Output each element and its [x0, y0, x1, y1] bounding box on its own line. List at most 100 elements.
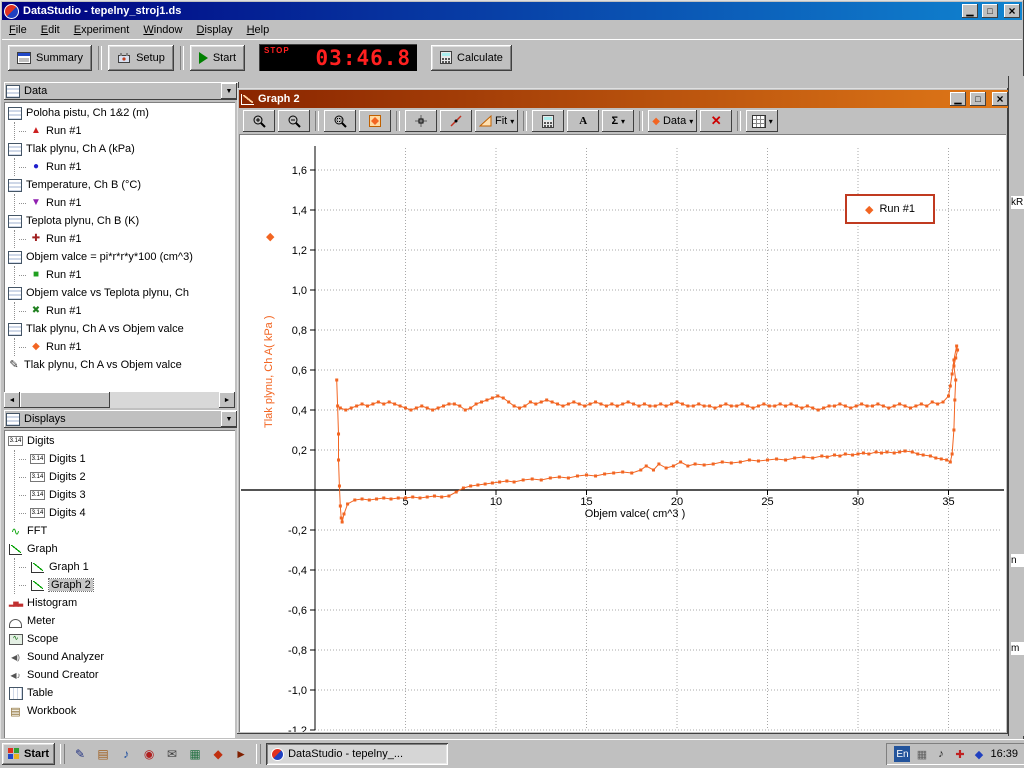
scale-to-fit-button[interactable] — [359, 110, 391, 132]
quicklaunch-diamond-icon[interactable] — [208, 744, 228, 764]
data-item-temperature[interactable]: Temperature, Ch B (°C) — [4, 176, 235, 194]
data-item-tlak-vs-objem-2[interactable]: Tlak plynu, Ch A vs Objem valce — [4, 356, 235, 374]
displays-panel-dropdown-button[interactable] — [221, 411, 237, 427]
display-item-digits-3[interactable]: Digits 3 — [15, 486, 235, 504]
datastudio-logo-icon — [271, 748, 284, 761]
data-menu-button[interactable]: Data — [648, 110, 697, 132]
data-panel-dropdown-button[interactable] — [221, 83, 237, 99]
run-item[interactable]: Run #1 — [15, 230, 235, 248]
background-text-fragment: m — [1011, 642, 1024, 655]
graph-close-button[interactable] — [992, 92, 1008, 106]
scroll-left-button[interactable] — [4, 392, 20, 408]
maximize-button[interactable] — [982, 4, 998, 18]
run-item[interactable]: Run #1 — [15, 122, 235, 140]
calculate-button[interactable]: Calculate — [431, 45, 512, 71]
scrollbar-thumb[interactable] — [20, 392, 110, 408]
red-plus-tray-icon[interactable] — [952, 747, 967, 762]
smart-tool-button[interactable] — [405, 110, 437, 132]
language-indicator[interactable]: En — [894, 746, 910, 762]
setup-button[interactable]: Setup — [108, 45, 174, 71]
zoom-out-button[interactable] — [278, 110, 310, 132]
menu-experiment[interactable]: Experiment — [67, 22, 137, 38]
volume-tray-icon[interactable] — [933, 747, 948, 762]
zoom-select-button[interactable] — [324, 110, 356, 132]
display-item-fft[interactable]: FFT — [4, 522, 235, 540]
menu-file[interactable]: File — [2, 22, 34, 38]
taskbar-handle[interactable] — [256, 744, 261, 764]
window-titlebar[interactable]: DataStudio - tepelny_stroj1.ds — [2, 2, 1022, 20]
clock[interactable]: 16:39 — [990, 748, 1018, 760]
graph-minimize-button[interactable] — [950, 92, 966, 106]
quicklaunch-record-icon[interactable] — [139, 744, 159, 764]
graph-maximize-button[interactable] — [970, 92, 986, 106]
text-annotation-button[interactable]: A — [567, 110, 599, 132]
legend[interactable]: Run #1 — [845, 194, 935, 224]
graph-titlebar[interactable]: Graph 2 — [239, 90, 1010, 108]
keyboard-tray-icon[interactable] — [914, 747, 929, 762]
slope-tool-button[interactable] — [440, 110, 472, 132]
menu-display[interactable]: Display — [190, 22, 240, 38]
statistics-menu-button[interactable]: Σ — [602, 110, 634, 132]
start-button[interactable]: Start — [190, 45, 245, 71]
data-item-tlak-vs-objem[interactable]: Tlak plynu, Ch A vs Objem valce — [4, 320, 235, 338]
display-item-sound-analyzer[interactable]: Sound Analyzer — [4, 648, 235, 666]
minimize-button[interactable] — [962, 4, 978, 18]
svg-text:0,4: 0,4 — [292, 405, 307, 417]
quicklaunch-pen-icon[interactable] — [70, 744, 90, 764]
quicklaunch-mail-icon[interactable] — [162, 744, 182, 764]
display-item-scope[interactable]: Scope — [4, 630, 235, 648]
fit-menu-button[interactable]: Fit — [475, 110, 518, 132]
quicklaunch-table-icon[interactable] — [185, 744, 205, 764]
pencil-icon — [8, 360, 20, 371]
svg-text:0,8: 0,8 — [292, 325, 307, 337]
background-text-fragment: kR — [1011, 196, 1024, 209]
taskbar-handle[interactable] — [60, 744, 65, 764]
zoom-in-button[interactable] — [243, 110, 275, 132]
display-item-graph-2[interactable]: Graph 2 — [15, 576, 235, 594]
run-item[interactable]: Run #1 — [15, 338, 235, 356]
menu-help[interactable]: Help — [240, 22, 277, 38]
run-item[interactable]: Run #1 — [15, 266, 235, 284]
remove-button[interactable]: ✕ — [700, 110, 732, 132]
scroll-right-button[interactable] — [219, 392, 235, 408]
display-item-sound-creator[interactable]: Sound Creator — [4, 666, 235, 684]
start-menu-button[interactable]: Start — [2, 743, 55, 765]
desktop: DataStudio - tepelny_stroj1.ds File Edit… — [0, 0, 1024, 768]
display-item-table[interactable]: Table — [4, 684, 235, 702]
svg-text:10: 10 — [490, 496, 502, 508]
display-item-histogram[interactable]: Histogram — [4, 594, 235, 612]
run-item[interactable]: Run #1 — [15, 158, 235, 176]
display-item-meter[interactable]: Meter — [4, 612, 235, 630]
summary-button[interactable]: Summary — [8, 45, 92, 71]
display-item-digits-4[interactable]: Digits 4 — [15, 504, 235, 522]
quicklaunch-player-icon[interactable] — [231, 744, 251, 764]
run-item[interactable]: Run #1 — [15, 194, 235, 212]
data-item-tlak-plynu[interactable]: Tlak plynu, Ch A (kPa) — [4, 140, 235, 158]
display-item-graph-1[interactable]: Graph 1 — [15, 558, 235, 576]
data-item-objem-valce-calc[interactable]: Objem valce = pi*r*r*y*100 (cm^3) — [4, 248, 235, 266]
quicklaunch-document-icon[interactable] — [93, 744, 113, 764]
close-button[interactable] — [1004, 4, 1020, 18]
display-item-digits[interactable]: Digits — [4, 432, 235, 450]
plot-area[interactable]: 51015202530351,61,41,21,00,80,60,40,2-0,… — [239, 134, 1006, 732]
data-item-objem-vs-teplota[interactable]: Objem valce vs Teplota plynu, Ch — [4, 284, 235, 302]
calculate-tool-button[interactable] — [532, 110, 564, 132]
graph-settings-button[interactable] — [746, 110, 778, 132]
display-item-workbook[interactable]: Workbook — [4, 702, 235, 720]
blue-diamond-tray-icon[interactable] — [971, 747, 986, 762]
display-item-graph[interactable]: Graph — [4, 540, 235, 558]
display-item-digits-2[interactable]: Digits 2 — [15, 468, 235, 486]
table-icon — [9, 687, 23, 700]
display-item-digits-1[interactable]: Digits 1 — [15, 450, 235, 468]
experiment-timer: STOP 03:46.8 — [259, 44, 417, 71]
quicklaunch-media-icon[interactable] — [116, 744, 136, 764]
data-item-teplota-plynu[interactable]: Teplota plynu, Ch B (K) — [4, 212, 235, 230]
menu-window[interactable]: Window — [136, 22, 189, 38]
graph-window: Graph 2 — [237, 88, 1008, 734]
menu-edit[interactable]: Edit — [34, 22, 67, 38]
data-item-poloha-pistu[interactable]: Poloha pistu, Ch 1&2 (m) — [4, 104, 235, 122]
task-button-datastudio[interactable]: DataStudio - tepelny_... — [266, 743, 448, 765]
run-item[interactable]: Run #1 — [15, 302, 235, 320]
graph-toolbar: Fit A Σ Data ✕ — [239, 108, 1010, 134]
scrollbar-track[interactable] — [20, 392, 219, 408]
